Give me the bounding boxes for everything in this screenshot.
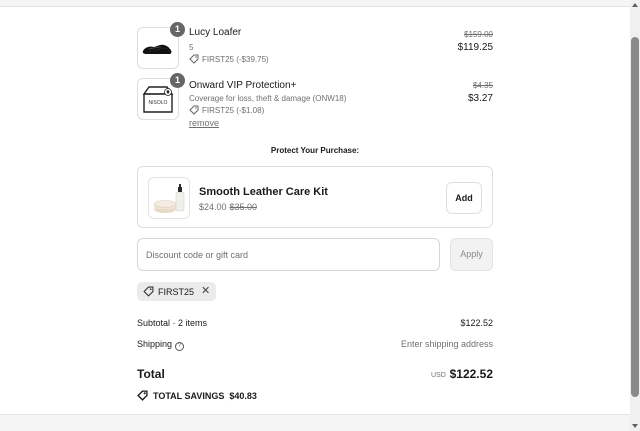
- item-price: $119.25: [457, 42, 493, 53]
- upsell-price: $24.00 $35.00: [199, 202, 257, 212]
- upsell-thumbnail: [148, 177, 190, 219]
- applied-discount-code: FIRST25: [158, 286, 195, 297]
- shipping-row: Shipping? Enter shipping address: [137, 339, 493, 351]
- quantity-badge: 1: [170, 73, 185, 88]
- upsell-title: Smooth Leather Care Kit: [199, 186, 328, 198]
- box-brand-label: NISOLO: [149, 100, 168, 106]
- item-discount-text: FIRST25 (-$1.08): [202, 105, 265, 115]
- remove-link[interactable]: remove: [189, 118, 219, 128]
- total-savings: TOTAL SAVINGS $40.83: [137, 390, 257, 401]
- add-upsell-button[interactable]: Add: [446, 182, 482, 214]
- item-discount-text: FIRST25 (-$39.75): [202, 54, 269, 64]
- line-item-protection: NISOLO 1 Onward VIP Protection+ Coverage…: [137, 73, 493, 130]
- tag-icon: [143, 286, 154, 297]
- scroll-down-icon[interactable]: [632, 424, 638, 428]
- savings-value: $40.83: [229, 390, 257, 401]
- subtotal-value: $122.52: [460, 318, 493, 328]
- savings-label: TOTAL SAVINGS: [153, 390, 225, 401]
- item-variant: 5: [189, 43, 194, 52]
- upsell-product-card: Smooth Leather Care Kit $24.00 $35.00 Add: [137, 166, 493, 228]
- item-discount: FIRST25 (-$1.08): [189, 105, 264, 115]
- upsell-original-price: $35.00: [229, 202, 258, 212]
- item-discount: FIRST25 (-$39.75): [189, 54, 269, 64]
- scroll-up-icon[interactable]: [632, 3, 638, 7]
- item-description: Coverage for loss, theft & damage (ONW18…: [189, 94, 347, 103]
- total-label: Total: [137, 367, 165, 381]
- item-original-price: $4.35: [472, 81, 493, 90]
- shipping-label: Shipping: [137, 339, 173, 349]
- total-amount: $122.52: [449, 367, 493, 381]
- item-price: $3.27: [467, 93, 493, 104]
- applied-discount-chip: FIRST25 ✕: [137, 282, 217, 301]
- tag-icon: [137, 390, 148, 401]
- tag-icon: [189, 105, 199, 115]
- total-currency: USD: [431, 372, 446, 379]
- upsell-sale-price: $24.00: [199, 202, 227, 212]
- item-title: Lucy Loafer: [189, 27, 242, 38]
- help-icon[interactable]: ?: [175, 342, 185, 351]
- tag-icon: [189, 54, 199, 64]
- protection-box-icon: NISOLO: [142, 86, 174, 113]
- discount-code-input[interactable]: [137, 238, 440, 271]
- apply-discount-button[interactable]: Apply: [450, 238, 493, 271]
- shipping-value: Enter shipping address: [400, 339, 493, 349]
- loafer-shoe-icon: [142, 44, 172, 54]
- subtotal-row: Subtotal · 2 items $122.52: [137, 318, 493, 328]
- quantity-badge: 1: [170, 22, 185, 37]
- scrollbar-thumb[interactable]: [631, 37, 639, 397]
- item-title: Onward VIP Protection+: [189, 80, 297, 91]
- subtotal-label: Subtotal · 2 items: [137, 318, 208, 328]
- protect-heading: Protect Your Purchase:: [270, 146, 360, 155]
- line-item-lucy-loafer: 1 Lucy Loafer 5 FIRST25 (-$39.75) $159.0…: [137, 22, 493, 71]
- bottom-strip: [0, 414, 630, 431]
- item-original-price: $159.00: [464, 30, 493, 39]
- vertical-scrollbar[interactable]: [630, 0, 640, 431]
- leather-care-kit-icon: [153, 184, 185, 213]
- remove-discount-icon[interactable]: ✕: [201, 286, 210, 297]
